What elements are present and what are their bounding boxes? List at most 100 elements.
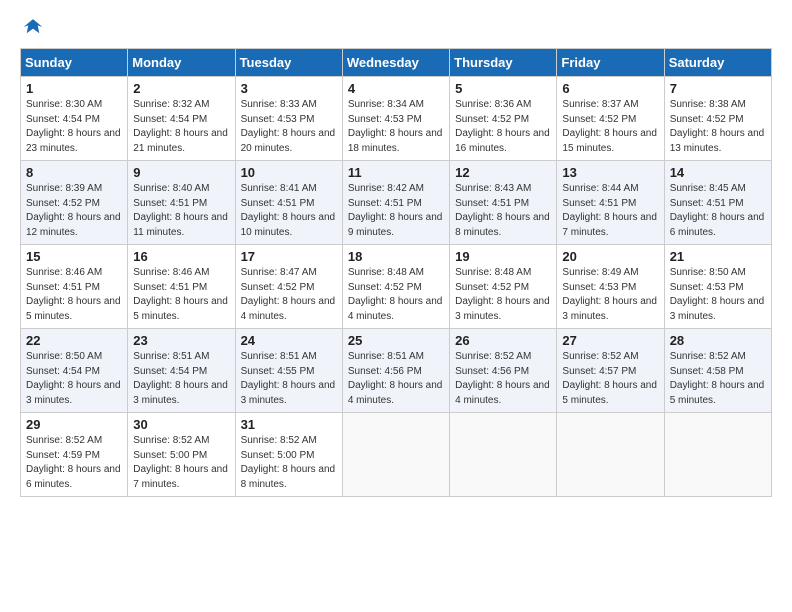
calendar-day-header: Tuesday (235, 49, 342, 77)
day-number: 31 (241, 417, 337, 432)
calendar-cell (664, 413, 771, 497)
calendar-cell: 14 Sunrise: 8:45 AMSunset: 4:51 PMDayligh… (664, 161, 771, 245)
calendar-cell: 6 Sunrise: 8:37 AMSunset: 4:52 PMDaylight… (557, 77, 664, 161)
day-number: 18 (348, 249, 444, 264)
calendar-cell: 10 Sunrise: 8:41 AMSunset: 4:51 PMDayligh… (235, 161, 342, 245)
day-info: Sunrise: 8:43 AMSunset: 4:51 PMDaylight:… (455, 182, 551, 240)
calendar-cell (557, 413, 664, 497)
calendar-cell: 18 Sunrise: 8:48 AMSunset: 4:52 PMDayligh… (342, 245, 449, 329)
calendar-table: SundayMondayTuesdayWednesdayThursdayFrid… (20, 48, 772, 497)
day-info: Sunrise: 8:39 AMSunset: 4:52 PMDaylight:… (26, 182, 122, 240)
day-number: 28 (670, 333, 766, 348)
day-info: Sunrise: 8:52 AMSunset: 4:56 PMDaylight:… (455, 350, 551, 408)
calendar-day-header: Friday (557, 49, 664, 77)
page: SundayMondayTuesdayWednesdayThursdayFrid… (0, 0, 792, 612)
day-number: 13 (562, 165, 658, 180)
day-number: 30 (133, 417, 229, 432)
calendar-cell: 28 Sunrise: 8:52 AMSunset: 4:58 PMDayligh… (664, 329, 771, 413)
day-info: Sunrise: 8:52 AMSunset: 5:00 PMDaylight:… (133, 434, 229, 492)
calendar-day-header: Monday (128, 49, 235, 77)
day-info: Sunrise: 8:44 AMSunset: 4:51 PMDaylight:… (562, 182, 658, 240)
day-number: 21 (670, 249, 766, 264)
day-info: Sunrise: 8:52 AMSunset: 4:57 PMDaylight:… (562, 350, 658, 408)
calendar-week-row: 1 Sunrise: 8:30 AMSunset: 4:54 PMDaylight… (21, 77, 772, 161)
calendar-cell: 22 Sunrise: 8:50 AMSunset: 4:54 PMDayligh… (21, 329, 128, 413)
day-info: Sunrise: 8:49 AMSunset: 4:53 PMDaylight:… (562, 266, 658, 324)
calendar-day-header: Saturday (664, 49, 771, 77)
calendar-cell: 24Sunrise: 8:51 AMSunset: 4:55 PMDayligh… (235, 329, 342, 413)
day-number: 9 (133, 165, 229, 180)
calendar-cell: 17Sunrise: 8:47 AMSunset: 4:52 PMDayligh… (235, 245, 342, 329)
calendar-day-header: Thursday (450, 49, 557, 77)
calendar-cell: 27 Sunrise: 8:52 AMSunset: 4:57 PMDayligh… (557, 329, 664, 413)
calendar-cell: 30 Sunrise: 8:52 AMSunset: 5:00 PMDayligh… (128, 413, 235, 497)
calendar-cell: 13 Sunrise: 8:44 AMSunset: 4:51 PMDayligh… (557, 161, 664, 245)
calendar-cell: 21 Sunrise: 8:50 AMSunset: 4:53 PMDayligh… (664, 245, 771, 329)
day-number: 6 (562, 81, 658, 96)
calendar-cell: 16 Sunrise: 8:46 AMSunset: 4:51 PMDayligh… (128, 245, 235, 329)
calendar-week-row: 8 Sunrise: 8:39 AMSunset: 4:52 PMDaylight… (21, 161, 772, 245)
calendar-cell: 29Sunrise: 8:52 AMSunset: 4:59 PMDayligh… (21, 413, 128, 497)
day-info: Sunrise: 8:30 AMSunset: 4:54 PMDaylight:… (26, 98, 122, 156)
calendar-cell: 12 Sunrise: 8:43 AMSunset: 4:51 PMDayligh… (450, 161, 557, 245)
day-number: 26 (455, 333, 551, 348)
day-number: 1 (26, 81, 122, 96)
calendar-cell: 2 Sunrise: 8:32 AMSunset: 4:54 PMDaylight… (128, 77, 235, 161)
day-info: Sunrise: 8:52 AMSunset: 5:00 PMDaylight:… (241, 434, 337, 492)
day-info: Sunrise: 8:32 AMSunset: 4:54 PMDaylight:… (133, 98, 229, 156)
day-info: Sunrise: 8:42 AMSunset: 4:51 PMDaylight:… (348, 182, 444, 240)
day-number: 4 (348, 81, 444, 96)
day-number: 10 (241, 165, 337, 180)
day-number: 15 (26, 249, 122, 264)
day-number: 3 (241, 81, 337, 96)
calendar-cell: 8 Sunrise: 8:39 AMSunset: 4:52 PMDaylight… (21, 161, 128, 245)
day-number: 12 (455, 165, 551, 180)
day-number: 29 (26, 417, 122, 432)
calendar-cell: 11 Sunrise: 8:42 AMSunset: 4:51 PMDayligh… (342, 161, 449, 245)
calendar-cell: 15 Sunrise: 8:46 AMSunset: 4:51 PMDayligh… (21, 245, 128, 329)
day-info: Sunrise: 8:36 AMSunset: 4:52 PMDaylight:… (455, 98, 551, 156)
day-info: Sunrise: 8:51 AMSunset: 4:55 PMDaylight:… (241, 350, 337, 408)
calendar-cell (450, 413, 557, 497)
day-info: Sunrise: 8:37 AMSunset: 4:52 PMDaylight:… (562, 98, 658, 156)
day-number: 23 (133, 333, 229, 348)
calendar-day-header: Sunday (21, 49, 128, 77)
day-number: 2 (133, 81, 229, 96)
calendar-cell: 1 Sunrise: 8:30 AMSunset: 4:54 PMDaylight… (21, 77, 128, 161)
calendar-cell: 31 Sunrise: 8:52 AMSunset: 5:00 PMDayligh… (235, 413, 342, 497)
calendar-cell (342, 413, 449, 497)
calendar-week-row: 22 Sunrise: 8:50 AMSunset: 4:54 PMDayligh… (21, 329, 772, 413)
calendar-cell: 9Sunrise: 8:40 AMSunset: 4:51 PMDaylight… (128, 161, 235, 245)
header (20, 16, 772, 38)
calendar-day-header: Wednesday (342, 49, 449, 77)
calendar-cell: 7Sunrise: 8:38 AMSunset: 4:52 PMDaylight… (664, 77, 771, 161)
day-info: Sunrise: 8:41 AMSunset: 4:51 PMDaylight:… (241, 182, 337, 240)
logo (20, 16, 44, 38)
calendar-cell: 25Sunrise: 8:51 AMSunset: 4:56 PMDayligh… (342, 329, 449, 413)
day-info: Sunrise: 8:50 AMSunset: 4:54 PMDaylight:… (26, 350, 122, 408)
day-number: 19 (455, 249, 551, 264)
day-number: 17 (241, 249, 337, 264)
day-info: Sunrise: 8:45 AMSunset: 4:51 PMDaylight:… (670, 182, 766, 240)
day-info: Sunrise: 8:50 AMSunset: 4:53 PMDaylight:… (670, 266, 766, 324)
calendar-body: 1 Sunrise: 8:30 AMSunset: 4:54 PMDaylight… (21, 77, 772, 497)
day-number: 22 (26, 333, 122, 348)
calendar-header-row: SundayMondayTuesdayWednesdayThursdayFrid… (21, 49, 772, 77)
day-number: 11 (348, 165, 444, 180)
calendar-cell: 3Sunrise: 8:33 AMSunset: 4:53 PMDaylight… (235, 77, 342, 161)
calendar-cell: 19 Sunrise: 8:48 AMSunset: 4:52 PMDayligh… (450, 245, 557, 329)
day-number: 8 (26, 165, 122, 180)
day-info: Sunrise: 8:51 AMSunset: 4:56 PMDaylight:… (348, 350, 444, 408)
day-info: Sunrise: 8:46 AMSunset: 4:51 PMDaylight:… (26, 266, 122, 324)
day-number: 16 (133, 249, 229, 264)
day-number: 20 (562, 249, 658, 264)
day-number: 14 (670, 165, 766, 180)
day-info: Sunrise: 8:46 AMSunset: 4:51 PMDaylight:… (133, 266, 229, 324)
calendar-cell: 4Sunrise: 8:34 AMSunset: 4:53 PMDaylight… (342, 77, 449, 161)
day-number: 27 (562, 333, 658, 348)
day-info: Sunrise: 8:48 AMSunset: 4:52 PMDaylight:… (348, 266, 444, 324)
day-info: Sunrise: 8:52 AMSunset: 4:58 PMDaylight:… (670, 350, 766, 408)
day-info: Sunrise: 8:48 AMSunset: 4:52 PMDaylight:… (455, 266, 551, 324)
calendar-week-row: 15 Sunrise: 8:46 AMSunset: 4:51 PMDayligh… (21, 245, 772, 329)
calendar-cell: 23Sunrise: 8:51 AMSunset: 4:54 PMDayligh… (128, 329, 235, 413)
